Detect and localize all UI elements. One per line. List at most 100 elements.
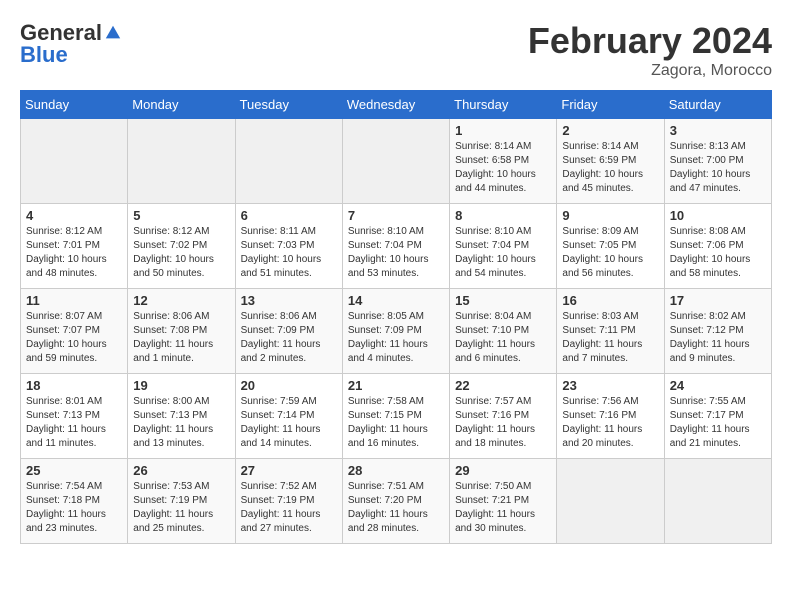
day-info: Sunrise: 8:01 AMSunset: 7:13 PMDaylight:… bbox=[26, 395, 122, 451]
main-title: February 2024 bbox=[528, 20, 772, 62]
day-cell: 14 Sunrise: 8:05 AMSunset: 7:09 PMDayligh… bbox=[342, 289, 449, 374]
day-number: 7 bbox=[348, 208, 444, 223]
day-number: 20 bbox=[241, 378, 337, 393]
day-number: 18 bbox=[26, 378, 122, 393]
day-number: 17 bbox=[670, 293, 766, 308]
day-number: 4 bbox=[26, 208, 122, 223]
day-cell: 5Sunrise: 8:12 AMSunset: 7:02 PMDaylight… bbox=[128, 204, 235, 289]
day-number: 24 bbox=[670, 378, 766, 393]
day-cell: 2 Sunrise: 8:14 AMSunset: 6:59 PMDaylight… bbox=[557, 119, 664, 204]
header-cell-monday: Monday bbox=[128, 91, 235, 119]
day-number: 28 bbox=[348, 463, 444, 478]
day-info: Sunrise: 8:07 AMSunset: 7:07 PMDaylight:… bbox=[26, 310, 122, 366]
day-number: 3 bbox=[670, 123, 766, 138]
day-cell bbox=[128, 119, 235, 204]
day-info: Sunrise: 8:13 AMSunset: 7:00 PMDaylight:… bbox=[670, 140, 766, 196]
day-cell: 17Sunrise: 8:02 AMSunset: 7:12 PMDayligh… bbox=[664, 289, 771, 374]
header-cell-thursday: Thursday bbox=[450, 91, 557, 119]
day-cell: 29 Sunrise: 7:50 AMSunset: 7:21 PMDayligh… bbox=[450, 459, 557, 544]
day-cell bbox=[235, 119, 342, 204]
header-cell-sunday: Sunday bbox=[21, 91, 128, 119]
day-cell: 20 Sunrise: 7:59 AMSunset: 7:14 PMDayligh… bbox=[235, 374, 342, 459]
day-info: Sunrise: 8:14 AMSunset: 6:59 PMDaylight:… bbox=[562, 140, 658, 196]
day-cell: 28Sunrise: 7:51 AMSunset: 7:20 PMDayligh… bbox=[342, 459, 449, 544]
day-cell: 6 Sunrise: 8:11 AMSunset: 7:03 PMDaylight… bbox=[235, 204, 342, 289]
day-cell: 27 Sunrise: 7:52 AMSunset: 7:19 PMDayligh… bbox=[235, 459, 342, 544]
day-info: Sunrise: 8:00 AMSunset: 7:13 PMDaylight:… bbox=[133, 395, 229, 451]
day-cell bbox=[342, 119, 449, 204]
day-info: Sunrise: 7:58 AMSunset: 7:15 PMDaylight:… bbox=[348, 395, 444, 451]
day-info: Sunrise: 8:03 AMSunset: 7:11 PMDaylight:… bbox=[562, 310, 658, 366]
day-info: Sunrise: 8:06 AMSunset: 7:09 PMDaylight:… bbox=[241, 310, 337, 366]
day-cell: 3 Sunrise: 8:13 AMSunset: 7:00 PMDaylight… bbox=[664, 119, 771, 204]
day-cell: 24 Sunrise: 7:55 AMSunset: 7:17 PMDayligh… bbox=[664, 374, 771, 459]
day-number: 9 bbox=[562, 208, 658, 223]
day-info: Sunrise: 8:10 AMSunset: 7:04 PMDaylight:… bbox=[455, 225, 551, 281]
day-cell bbox=[664, 459, 771, 544]
day-info: Sunrise: 7:52 AMSunset: 7:19 PMDaylight:… bbox=[241, 480, 337, 536]
header-cell-friday: Friday bbox=[557, 91, 664, 119]
day-info: Sunrise: 7:54 AMSunset: 7:18 PMDaylight:… bbox=[26, 480, 122, 536]
week-row-5: 25 Sunrise: 7:54 AMSunset: 7:18 PMDayligh… bbox=[21, 459, 772, 544]
day-cell: 13 Sunrise: 8:06 AMSunset: 7:09 PMDayligh… bbox=[235, 289, 342, 374]
title-section: February 2024 Zagora, Morocco bbox=[528, 20, 772, 80]
day-cell: 11 Sunrise: 8:07 AMSunset: 7:07 PMDayligh… bbox=[21, 289, 128, 374]
day-info: Sunrise: 8:09 AMSunset: 7:05 PMDaylight:… bbox=[562, 225, 658, 281]
week-row-1: 1 Sunrise: 8:14 AMSunset: 6:58 PMDaylight… bbox=[21, 119, 772, 204]
day-number: 15 bbox=[455, 293, 551, 308]
day-number: 12 bbox=[133, 293, 229, 308]
week-row-4: 18 Sunrise: 8:01 AMSunset: 7:13 PMDayligh… bbox=[21, 374, 772, 459]
logo: General Blue bbox=[20, 20, 122, 68]
day-info: Sunrise: 8:05 AMSunset: 7:09 PMDaylight:… bbox=[348, 310, 444, 366]
header-row: SundayMondayTuesdayWednesdayThursdayFrid… bbox=[21, 91, 772, 119]
day-cell: 15 Sunrise: 8:04 AMSunset: 7:10 PMDayligh… bbox=[450, 289, 557, 374]
day-number: 10 bbox=[670, 208, 766, 223]
day-cell: 12Sunrise: 8:06 AMSunset: 7:08 PMDayligh… bbox=[128, 289, 235, 374]
header-cell-wednesday: Wednesday bbox=[342, 91, 449, 119]
day-cell: 26Sunrise: 7:53 AMSunset: 7:19 PMDayligh… bbox=[128, 459, 235, 544]
day-number: 2 bbox=[562, 123, 658, 138]
logo-blue: Blue bbox=[20, 42, 68, 68]
day-number: 13 bbox=[241, 293, 337, 308]
day-cell: 23 Sunrise: 7:56 AMSunset: 7:16 PMDayligh… bbox=[557, 374, 664, 459]
day-cell bbox=[557, 459, 664, 544]
day-cell: 1 Sunrise: 8:14 AMSunset: 6:58 PMDaylight… bbox=[450, 119, 557, 204]
day-number: 5 bbox=[133, 208, 229, 223]
day-number: 11 bbox=[26, 293, 122, 308]
day-number: 1 bbox=[455, 123, 551, 138]
day-number: 22 bbox=[455, 378, 551, 393]
day-cell: 18 Sunrise: 8:01 AMSunset: 7:13 PMDayligh… bbox=[21, 374, 128, 459]
day-number: 23 bbox=[562, 378, 658, 393]
day-cell: 25 Sunrise: 7:54 AMSunset: 7:18 PMDayligh… bbox=[21, 459, 128, 544]
day-info: Sunrise: 7:57 AMSunset: 7:16 PMDaylight:… bbox=[455, 395, 551, 451]
day-cell: 16 Sunrise: 8:03 AMSunset: 7:11 PMDayligh… bbox=[557, 289, 664, 374]
day-cell: 7Sunrise: 8:10 AMSunset: 7:04 PMDaylight… bbox=[342, 204, 449, 289]
day-info: Sunrise: 7:50 AMSunset: 7:21 PMDaylight:… bbox=[455, 480, 551, 536]
day-info: Sunrise: 8:04 AMSunset: 7:10 PMDaylight:… bbox=[455, 310, 551, 366]
day-info: Sunrise: 8:08 AMSunset: 7:06 PMDaylight:… bbox=[670, 225, 766, 281]
day-cell: 4 Sunrise: 8:12 AMSunset: 7:01 PMDaylight… bbox=[21, 204, 128, 289]
day-number: 29 bbox=[455, 463, 551, 478]
day-number: 27 bbox=[241, 463, 337, 478]
day-number: 19 bbox=[133, 378, 229, 393]
day-info: Sunrise: 7:56 AMSunset: 7:16 PMDaylight:… bbox=[562, 395, 658, 451]
header-cell-saturday: Saturday bbox=[664, 91, 771, 119]
day-number: 16 bbox=[562, 293, 658, 308]
day-number: 25 bbox=[26, 463, 122, 478]
day-cell bbox=[21, 119, 128, 204]
day-info: Sunrise: 8:11 AMSunset: 7:03 PMDaylight:… bbox=[241, 225, 337, 281]
day-cell: 21 Sunrise: 7:58 AMSunset: 7:15 PMDayligh… bbox=[342, 374, 449, 459]
day-info: Sunrise: 8:12 AMSunset: 7:01 PMDaylight:… bbox=[26, 225, 122, 281]
day-info: Sunrise: 7:59 AMSunset: 7:14 PMDaylight:… bbox=[241, 395, 337, 451]
day-info: Sunrise: 7:53 AMSunset: 7:19 PMDaylight:… bbox=[133, 480, 229, 536]
day-cell: 19 Sunrise: 8:00 AMSunset: 7:13 PMDayligh… bbox=[128, 374, 235, 459]
week-row-2: 4 Sunrise: 8:12 AMSunset: 7:01 PMDaylight… bbox=[21, 204, 772, 289]
day-info: Sunrise: 8:14 AMSunset: 6:58 PMDaylight:… bbox=[455, 140, 551, 196]
day-number: 6 bbox=[241, 208, 337, 223]
day-number: 14 bbox=[348, 293, 444, 308]
subtitle: Zagora, Morocco bbox=[528, 62, 772, 80]
day-info: Sunrise: 7:55 AMSunset: 7:17 PMDaylight:… bbox=[670, 395, 766, 451]
day-number: 21 bbox=[348, 378, 444, 393]
page-header: General Blue February 2024 Zagora, Moroc… bbox=[20, 20, 772, 80]
calendar-table: SundayMondayTuesdayWednesdayThursdayFrid… bbox=[20, 90, 772, 544]
